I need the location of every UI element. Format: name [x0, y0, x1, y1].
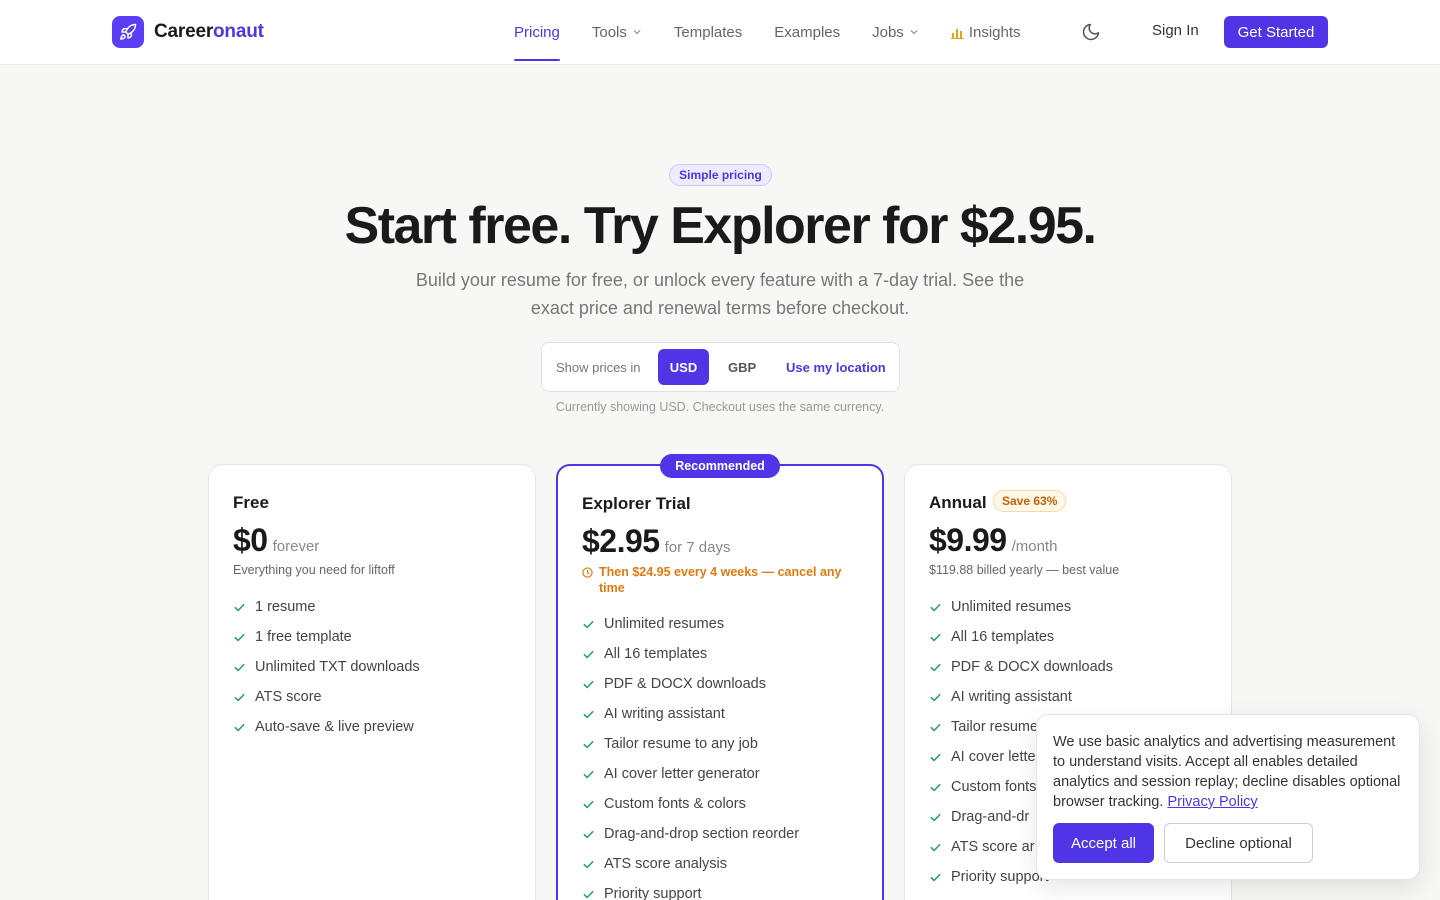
nav-pricing[interactable]: Pricing: [514, 0, 560, 64]
cookie-banner: We use basic analytics and advertising m…: [1036, 714, 1420, 880]
feature-item: PDF & DOCX downloads: [582, 669, 799, 699]
feature-item: Drag-and-drop section reorder: [582, 819, 799, 849]
plan-period: for 7 days: [664, 539, 731, 556]
site-header: Careeronaut Pricing Tools Templates Exam…: [0, 0, 1440, 65]
page-subtitle: Build your resume for free, or unlock ev…: [415, 270, 1025, 318]
plan-price: $9.99: [929, 522, 1007, 558]
check-icon: [582, 798, 604, 811]
currency-label: Show prices in: [556, 360, 641, 375]
sign-in-link[interactable]: Sign In: [1152, 22, 1199, 39]
feature-list: Unlimited resumes All 16 templates PDF & D…: [582, 609, 799, 900]
check-icon: [929, 871, 951, 884]
check-icon: [929, 841, 951, 854]
feature-item: All 16 templates: [582, 639, 799, 669]
nav-tools[interactable]: Tools: [592, 0, 642, 64]
plan-name: Free: [233, 493, 269, 512]
feature-item: Unlimited resumes: [929, 592, 1113, 622]
check-icon: [929, 751, 951, 764]
plan-name: Annual: [929, 493, 987, 512]
nav-insights[interactable]: Insights: [950, 0, 1021, 64]
check-icon: [929, 601, 951, 614]
chevron-down-icon: [632, 27, 642, 37]
price-row: $0 forever: [233, 522, 319, 559]
feature-item: Unlimited TXT downloads: [233, 652, 420, 682]
feature-item: Tailor resume to any job: [582, 729, 799, 759]
page-title: Start free. Try Explorer for $2.95.: [344, 197, 1097, 255]
check-icon: [582, 678, 604, 691]
check-icon: [582, 888, 604, 900]
chevron-down-icon: [909, 27, 919, 37]
currency-usd-button[interactable]: USD: [658, 349, 709, 385]
check-icon: [582, 828, 604, 841]
check-icon: [582, 738, 604, 751]
cookie-text: We use basic analytics and advertising m…: [1053, 734, 1401, 810]
price-row: $9.99 /month: [929, 522, 1057, 559]
plan-note: Everything you need for liftoff: [233, 563, 395, 577]
check-icon: [233, 661, 255, 674]
check-icon: [233, 631, 255, 644]
check-icon: [929, 631, 951, 644]
feature-item: AI cover letter generator: [582, 759, 799, 789]
feature-item: Custom fonts & colors: [582, 789, 799, 819]
currency-gbp-button[interactable]: GBP: [728, 360, 756, 375]
trial-renewal-note: Then $24.95 every 4 weeks — cancel any t…: [582, 564, 862, 596]
plan-card-free: Free $0 forever Everything you need for …: [208, 464, 536, 900]
brand-logo[interactable]: Careeronaut: [112, 16, 264, 48]
use-location-button[interactable]: Use my location: [786, 360, 886, 375]
feature-item: ATS score analysis: [582, 849, 799, 879]
check-icon: [582, 858, 604, 871]
feature-item: Auto-save & live preview: [233, 712, 420, 742]
check-icon: [929, 661, 951, 674]
bar-chart-icon: [950, 26, 964, 39]
check-icon: [582, 708, 604, 721]
decline-optional-button[interactable]: Decline optional: [1164, 823, 1313, 863]
feature-item: AI writing assistant: [582, 699, 799, 729]
price-row: $2.95 for 7 days: [582, 523, 730, 560]
main-nav: Pricing Tools Templates Examples Jobs In…: [514, 0, 1053, 64]
check-icon: [929, 781, 951, 794]
nav-jobs[interactable]: Jobs: [872, 0, 919, 64]
check-icon: [582, 618, 604, 631]
save-badge: Save 63%: [993, 490, 1067, 512]
feature-item: Unlimited resumes: [582, 609, 799, 639]
currency-selector: Show prices in USD GBP Use my location: [541, 342, 900, 392]
feature-item: AI writing assistant: [929, 682, 1113, 712]
currency-note: Currently showing USD. Checkout uses the…: [555, 400, 885, 414]
feature-item: Priority support: [582, 879, 799, 900]
feature-item: ATS score: [233, 682, 420, 712]
check-icon: [233, 691, 255, 704]
plan-card-explorer: Explorer Trial $2.95 for 7 days Then $24…: [556, 464, 884, 900]
check-icon: [582, 648, 604, 661]
plan-period: forever: [272, 538, 320, 555]
rocket-icon: [112, 16, 144, 48]
plan-period: /month: [1011, 538, 1058, 555]
plan-price: $2.95: [582, 523, 660, 559]
plan-note: $119.88 billed yearly — best value: [929, 563, 1120, 577]
get-started-button[interactable]: Get Started: [1224, 16, 1328, 48]
feature-item: PDF & DOCX downloads: [929, 652, 1113, 682]
pricing-badge: Simple pricing: [669, 164, 772, 186]
check-icon: [582, 768, 604, 781]
plan-name: Explorer Trial: [582, 494, 691, 513]
check-icon: [233, 721, 255, 734]
feature-item: 1 free template: [233, 622, 420, 652]
feature-item: All 16 templates: [929, 622, 1113, 652]
nav-examples[interactable]: Examples: [774, 0, 840, 64]
clock-icon: [582, 567, 593, 596]
check-icon: [233, 601, 255, 614]
plan-price: $0: [233, 522, 268, 558]
check-icon: [929, 721, 951, 734]
moon-icon[interactable]: [1081, 22, 1101, 47]
check-icon: [929, 811, 951, 824]
feature-list: 1 resume 1 free template Unlimited TXT dow…: [233, 592, 420, 742]
brand-name: Careeronaut: [154, 21, 264, 42]
privacy-policy-link[interactable]: Privacy Policy: [1167, 794, 1257, 810]
check-icon: [929, 691, 951, 704]
feature-item: 1 resume: [233, 592, 420, 622]
nav-templates[interactable]: Templates: [674, 0, 742, 64]
accept-all-button[interactable]: Accept all: [1053, 823, 1154, 863]
recommended-badge: Recommended: [660, 454, 780, 478]
